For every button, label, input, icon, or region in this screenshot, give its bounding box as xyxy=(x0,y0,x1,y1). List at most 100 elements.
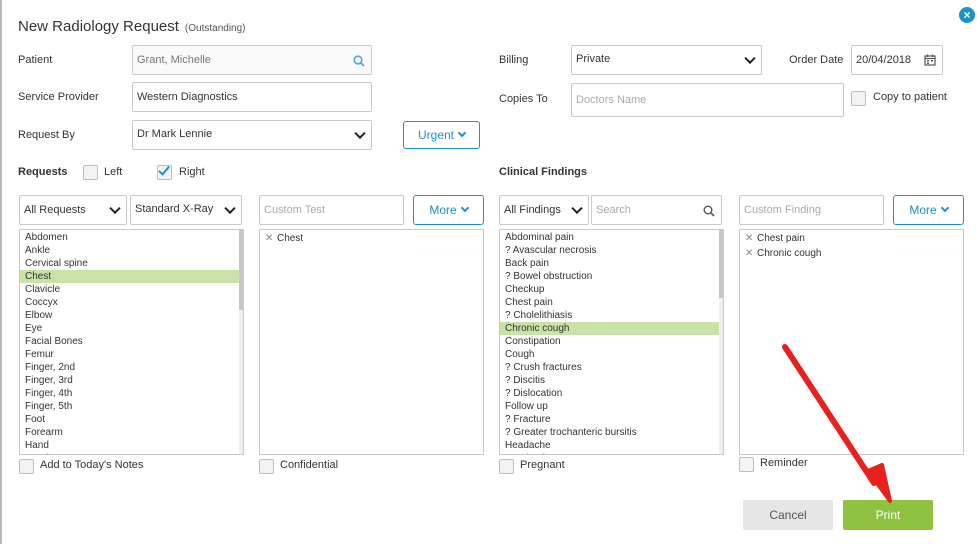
list-item[interactable]: Chest xyxy=(20,270,243,283)
list-item[interactable]: ? Cholelithiasis xyxy=(500,309,723,322)
confidential-label: Confidential xyxy=(280,459,339,471)
list-item[interactable]: Constipation xyxy=(500,335,723,348)
list-item[interactable]: Head xyxy=(20,452,243,454)
request-type-value: Standard X-Ray xyxy=(135,203,214,215)
remove-icon[interactable]: ✕ xyxy=(745,231,757,246)
chevron-down-icon xyxy=(460,203,469,213)
checkmark-icon xyxy=(158,163,170,176)
billing-select[interactable]: Private xyxy=(571,45,762,75)
list-item[interactable]: Chest pain xyxy=(500,296,723,309)
list-item[interactable]: Abdomen xyxy=(20,231,243,244)
remove-icon[interactable]: ✕ xyxy=(265,231,277,246)
left-checkbox[interactable] xyxy=(83,165,98,180)
reminder-checkbox[interactable] xyxy=(739,457,754,472)
calendar-icon[interactable] xyxy=(924,54,936,66)
list-item[interactable]: Clavicle xyxy=(20,283,243,296)
list-item[interactable]: Abdominal pain xyxy=(500,231,723,244)
requests-more-button[interactable]: More xyxy=(413,195,484,225)
findings-more-button[interactable]: More xyxy=(893,195,964,225)
list-item[interactable]: Checkup xyxy=(500,283,723,296)
list-item[interactable]: Ankle xyxy=(20,244,243,257)
scrollbar-thumb[interactable] xyxy=(239,230,243,310)
list-item[interactable]: ? Crush fractures xyxy=(500,361,723,374)
findings-search-placeholder: Search xyxy=(596,204,631,216)
service-provider-field[interactable]: Western Diagnostics xyxy=(132,82,372,112)
list-item[interactable]: Femur xyxy=(20,348,243,361)
requests-heading: Requests xyxy=(18,166,68,178)
custom-test-input[interactable]: Custom Test xyxy=(259,195,404,225)
list-item[interactable]: Cervical spine xyxy=(20,257,243,270)
findings-filter-select[interactable]: All Findings xyxy=(499,195,589,225)
search-icon[interactable] xyxy=(353,55,365,67)
selected-item-label: Chronic cough xyxy=(757,248,822,259)
list-item[interactable]: Cough xyxy=(500,348,723,361)
request-options-list[interactable]: Abdomen Ankle Cervical spine Chest Clavicle C… xyxy=(19,229,244,455)
list-item[interactable]: ? Avascular necrosis xyxy=(500,244,723,257)
remove-icon[interactable]: ✕ xyxy=(745,246,757,261)
list-item[interactable]: ? Discitis xyxy=(500,374,723,387)
requests-filter-value: All Requests xyxy=(24,204,86,216)
list-item[interactable]: Hand xyxy=(20,439,243,452)
selected-item: ✕ Chest pain xyxy=(740,231,963,246)
list-item[interactable]: Headache xyxy=(500,439,723,452)
dialog-title: New Radiology Request (Outstanding) xyxy=(18,18,246,35)
list-item[interactable]: ? Dislocation xyxy=(500,387,723,400)
urgent-button[interactable]: Urgent xyxy=(403,121,480,149)
list-item[interactable]: Finger, 2nd xyxy=(20,361,243,374)
search-icon[interactable] xyxy=(703,205,715,217)
selected-requests-list[interactable]: ✕ Chest xyxy=(259,229,484,455)
order-date-label: Order Date xyxy=(789,54,844,66)
service-provider-value: Western Diagnostics xyxy=(137,91,238,103)
list-item[interactable]: Elbow xyxy=(20,309,243,322)
list-item[interactable]: Forearm xyxy=(20,426,243,439)
requests-filter-select[interactable]: All Requests xyxy=(19,195,127,225)
list-item[interactable]: ? Greater trochanteric bursitis xyxy=(500,426,723,439)
findings-filter-value: All Findings xyxy=(504,204,561,216)
confidential-checkbox[interactable] xyxy=(259,459,274,474)
list-item[interactable]: Finger, 4th xyxy=(20,387,243,400)
radiology-request-dialog: New Radiology Request (Outstanding) × Pat… xyxy=(0,0,977,544)
list-item[interactable]: Hearing loss xyxy=(500,452,723,454)
add-to-notes-checkbox[interactable] xyxy=(19,459,34,474)
copies-to-field[interactable]: Doctors Name xyxy=(571,83,844,117)
list-item[interactable]: Chronic cough xyxy=(500,322,723,335)
list-item[interactable]: Facial Bones xyxy=(20,335,243,348)
patient-field[interactable]: Grant, Michelle xyxy=(132,45,372,75)
list-item[interactable]: Foot xyxy=(20,413,243,426)
request-by-select[interactable]: Dr Mark Lennie xyxy=(132,120,372,150)
custom-finding-input[interactable]: Custom Finding xyxy=(739,195,884,225)
list-item[interactable]: Follow up xyxy=(500,400,723,413)
left-label: Left xyxy=(104,166,123,178)
close-icon[interactable]: × xyxy=(959,7,975,23)
scrollbar[interactable] xyxy=(719,230,723,454)
selected-item-label: Chest pain xyxy=(757,233,805,244)
list-item[interactable]: Back pain xyxy=(500,257,723,270)
custom-test-placeholder: Custom Test xyxy=(264,204,325,216)
chevron-down-icon xyxy=(744,52,756,65)
copy-to-patient-checkbox[interactable] xyxy=(851,91,866,106)
copies-to-placeholder: Doctors Name xyxy=(576,94,647,106)
right-checkbox[interactable] xyxy=(157,163,172,180)
pregnant-checkbox[interactable] xyxy=(499,459,514,474)
billing-value: Private xyxy=(576,53,611,65)
copies-to-label: Copies To xyxy=(499,93,548,105)
list-item[interactable]: ? Fracture xyxy=(500,413,723,426)
request-type-select[interactable]: Standard X-Ray xyxy=(130,195,242,225)
chevron-down-icon xyxy=(354,127,366,140)
copy-to-patient-label: Copy to patient xyxy=(873,91,947,103)
list-item[interactable]: ? Bowel obstruction xyxy=(500,270,723,283)
list-item[interactable]: Coccyx xyxy=(20,296,243,309)
scrollbar-thumb[interactable] xyxy=(719,230,723,298)
finding-options-list[interactable]: Abdominal pain? Avascular necrosis Back p… xyxy=(499,229,724,455)
scrollbar[interactable] xyxy=(239,230,243,454)
custom-finding-placeholder: Custom Finding xyxy=(744,204,822,216)
list-item[interactable]: Finger, 3rd xyxy=(20,374,243,387)
list-item[interactable]: Finger, 5th xyxy=(20,400,243,413)
selected-item: ✕ Chronic cough xyxy=(740,246,963,261)
order-date-field[interactable]: 20/04/2018 xyxy=(851,45,943,75)
requests-more-label: More xyxy=(429,203,457,217)
chevron-down-icon xyxy=(457,128,467,138)
list-item[interactable]: Eye xyxy=(20,322,243,335)
findings-search-input[interactable]: Search xyxy=(591,195,722,225)
right-label: Right xyxy=(179,166,205,178)
